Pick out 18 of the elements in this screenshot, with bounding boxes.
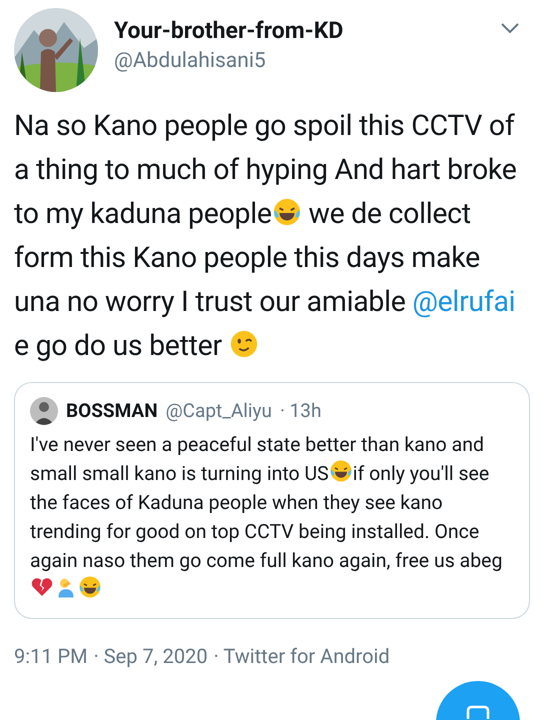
quoted-author-name: BOSSMAN — [66, 398, 158, 424]
author-name: Your-brother-from-KD — [114, 16, 344, 46]
winking-face-icon — [228, 329, 259, 360]
laughing-face-icon — [272, 197, 302, 228]
quoted-tweet-text: I've never seen a peaceful state better than kano and small small kano is turning into US if only you'll see the faces of Kaduna people when they see kano trending for good on top CCTV being installed. Once again naso them go come full kano again, free us abeg — [30, 430, 514, 604]
chevron-down-icon[interactable] — [500, 22, 520, 34]
tweet-date: · Sep 7, 2020 — [94, 642, 208, 670]
laughing-face-icon — [78, 574, 102, 599]
tweet-text: Na so Kano people go spoil this CCTV of a thing to much of hyping And hart broke to my kaduna people we de collect form this Kano people this days make una no worry I trust our amiable @elrufai e go do us better — [13, 108, 518, 364]
laughing-face-icon — [328, 458, 353, 482]
quoted-tweet-age: · 13h — [280, 398, 322, 424]
tweet-source: · Twitter for Android — [214, 642, 390, 670]
quoted-tweet-card[interactable] — [14, 382, 530, 619]
author-handle: @Abdulahisani5 — [114, 48, 267, 75]
mention-link[interactable]: @elrufai — [412, 285, 516, 318]
compose-icon — [466, 705, 490, 719]
quoted-author-handle: @Capt_Aliyu — [166, 398, 272, 424]
tweet-time: 9:11 PM — [14, 642, 88, 670]
